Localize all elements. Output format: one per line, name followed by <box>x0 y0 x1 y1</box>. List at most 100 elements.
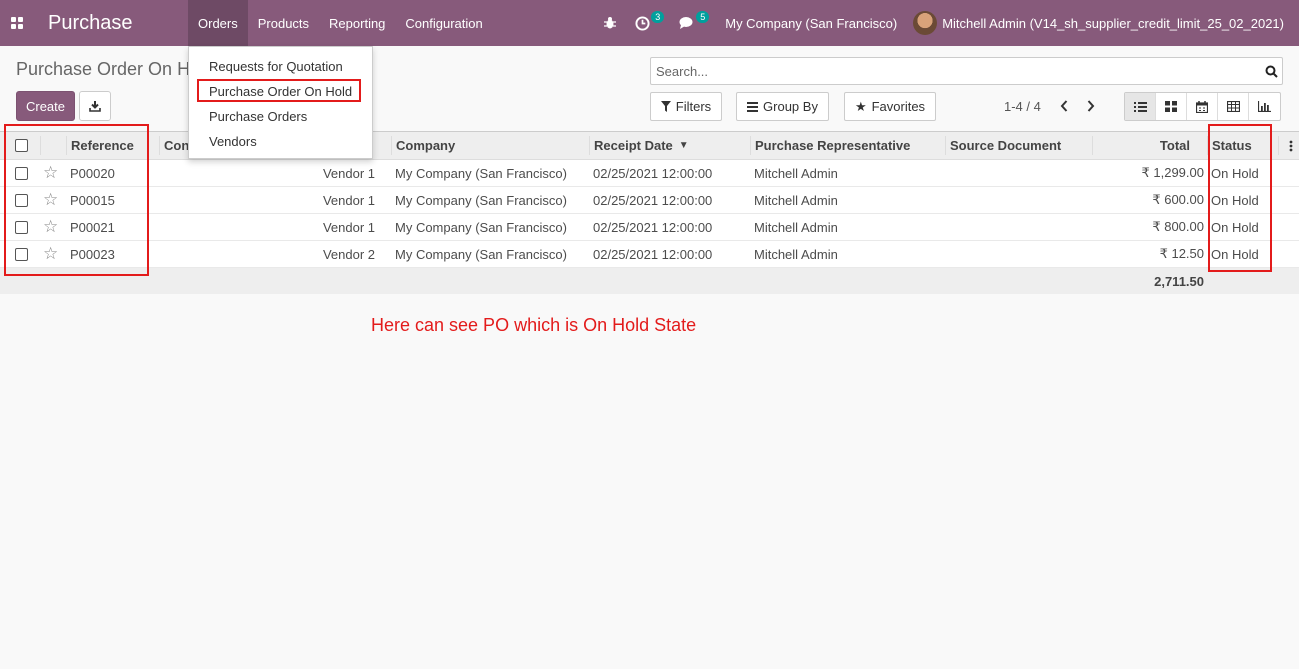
column-source-document[interactable]: Source Document <box>950 132 1061 159</box>
list-view-icon[interactable] <box>1125 93 1156 120</box>
menu-item-requests-for-quotation[interactable]: Requests for Quotation <box>209 59 343 74</box>
cell-receipt-date: 02/25/2021 12:00:00 <box>593 219 713 235</box>
messages-badge: 5 <box>696 11 710 23</box>
pager-prev-icon[interactable] <box>1056 97 1072 115</box>
favorites-button[interactable]: ★ Favorites <box>844 92 936 121</box>
priority-star-icon[interactable]: ☆ <box>43 187 58 213</box>
cell-representative: Mitchell Admin <box>754 192 838 208</box>
cell-vendor: Vendor 1 <box>322 219 375 235</box>
cell-representative: Mitchell Admin <box>754 219 838 235</box>
cell-total: ₹ 800.00 <box>1152 219 1204 234</box>
view-switcher <box>1124 92 1281 121</box>
filters-label: Filters <box>675 99 712 114</box>
table-row[interactable]: ☆ P00020 Vendor 1 My Company (San Franci… <box>0 160 1299 187</box>
filters-button[interactable]: Filters <box>650 92 722 121</box>
orders-dropdown-menu: Requests for Quotation Purchase Order On… <box>188 46 373 159</box>
cell-status: On Hold <box>1211 165 1259 181</box>
company-switcher[interactable]: My Company (San Francisco) <box>715 16 913 31</box>
cell-reference: P00021 <box>70 219 115 235</box>
table-row[interactable]: ☆ P00023 Vendor 2 My Company (San Franci… <box>0 241 1299 268</box>
row-checkbox[interactable] <box>15 214 28 240</box>
priority-star-icon[interactable]: ☆ <box>43 160 58 186</box>
create-button[interactable]: Create <box>16 91 75 121</box>
apps-menu-icon[interactable] <box>0 0 34 46</box>
navbar-systray: 3 5 My Company (San Francisco) Mitchell … <box>594 0 1299 46</box>
menu-configuration[interactable]: Configuration <box>395 0 492 46</box>
cell-status: On Hold <box>1211 192 1259 208</box>
cell-total: ₹ 12.50 <box>1159 246 1204 261</box>
column-company[interactable]: Company <box>396 132 455 159</box>
calendar-view-icon[interactable] <box>1187 93 1218 120</box>
groupby-button[interactable]: Group By <box>736 92 829 121</box>
column-reference[interactable]: Reference <box>71 132 134 159</box>
column-total[interactable]: Total <box>1100 132 1190 159</box>
column-status[interactable]: Status <box>1212 132 1252 159</box>
cell-vendor: Vendor 1 <box>322 192 375 208</box>
select-all-checkbox[interactable] <box>15 132 28 159</box>
kanban-view-icon[interactable] <box>1156 93 1187 120</box>
cell-reference: P00023 <box>70 246 115 262</box>
footer-total: 2,711.50 <box>1154 273 1204 289</box>
pager-value[interactable]: 1-4 / 4 <box>1004 99 1041 114</box>
cell-reference: P00015 <box>70 192 115 208</box>
cell-company: My Company (San Francisco) <box>395 192 567 208</box>
cell-representative: Mitchell Admin <box>754 246 838 262</box>
export-button[interactable] <box>79 91 111 121</box>
cell-receipt-date: 02/25/2021 12:00:00 <box>593 192 713 208</box>
row-checkbox[interactable] <box>15 241 28 267</box>
menu-item-purchase-orders[interactable]: Purchase Orders <box>209 109 307 124</box>
cell-reference: P00020 <box>70 165 115 181</box>
cell-company: My Company (San Francisco) <box>395 246 567 262</box>
table-footer: 2,711.50 <box>0 268 1299 294</box>
search-input[interactable] <box>651 63 1260 79</box>
menu-products[interactable]: Products <box>248 0 319 46</box>
user-name: Mitchell Admin (V14_sh_supplier_credit_l… <box>942 15 1284 31</box>
activity-badge: 3 <box>651 11 665 23</box>
cell-status: On Hold <box>1211 246 1259 262</box>
cell-vendor: Vendor 1 <box>322 165 375 181</box>
cell-receipt-date: 02/25/2021 12:00:00 <box>593 246 713 262</box>
row-checkbox[interactable] <box>15 160 28 186</box>
table-row[interactable]: ☆ P00021 Vendor 1 My Company (San Franci… <box>0 214 1299 241</box>
menu-item-purchase-order-on-hold[interactable]: Purchase Order On Hold <box>209 84 352 99</box>
messages-chat-icon[interactable]: 5 <box>670 0 715 46</box>
cell-total: ₹ 600.00 <box>1152 192 1204 207</box>
search-bar <box>650 57 1283 85</box>
menu-item-vendors[interactable]: Vendors <box>209 134 257 149</box>
avatar <box>913 11 938 35</box>
column-confirmation[interactable]: Con <box>164 132 189 159</box>
pivot-view-icon[interactable] <box>1218 93 1249 120</box>
activity-clock-icon[interactable]: 3 <box>626 0 670 46</box>
cell-total: ₹ 1,299.00 <box>1141 165 1205 180</box>
graph-view-icon[interactable] <box>1249 93 1280 120</box>
column-receipt-date[interactable]: Receipt Date ▼ <box>594 132 689 159</box>
cell-vendor: Vendor 2 <box>322 246 375 262</box>
download-icon <box>89 101 101 112</box>
cell-status: On Hold <box>1211 219 1259 235</box>
sort-desc-icon: ▼ <box>678 140 689 151</box>
top-navbar: Purchase Orders Products Reporting Confi… <box>0 0 1299 46</box>
row-checkbox[interactable] <box>15 187 28 213</box>
debug-bug-icon[interactable] <box>594 0 626 46</box>
cell-representative: Mitchell Admin <box>754 165 838 181</box>
app-title[interactable]: Purchase <box>48 12 188 35</box>
table-row[interactable]: ☆ P00015 Vendor 1 My Company (San Franci… <box>0 187 1299 214</box>
cell-company: My Company (San Francisco) <box>395 165 567 181</box>
groupby-label: Group By <box>763 99 818 114</box>
column-representative[interactable]: Purchase Representative <box>755 132 910 159</box>
list-bars-icon <box>747 101 759 112</box>
receipt-date-label: Receipt Date <box>594 138 673 153</box>
search-icon[interactable] <box>1260 65 1282 78</box>
menu-orders[interactable]: Orders <box>188 0 248 46</box>
user-menu[interactable]: Mitchell Admin (V14_sh_supplier_credit_l… <box>913 11 1299 35</box>
optional-columns-icon[interactable] <box>1289 132 1293 159</box>
priority-star-icon[interactable]: ☆ <box>43 214 58 240</box>
priority-star-icon[interactable]: ☆ <box>43 241 58 267</box>
favorites-label: Favorites <box>871 99 926 114</box>
pager-next-icon[interactable] <box>1083 97 1099 115</box>
menu-reporting[interactable]: Reporting <box>319 0 395 46</box>
filter-icon <box>660 101 671 112</box>
star-icon: ★ <box>854 98 867 114</box>
annotation-caption: Here can see PO which is On Hold State <box>371 315 697 335</box>
cell-company: My Company (San Francisco) <box>395 219 567 235</box>
